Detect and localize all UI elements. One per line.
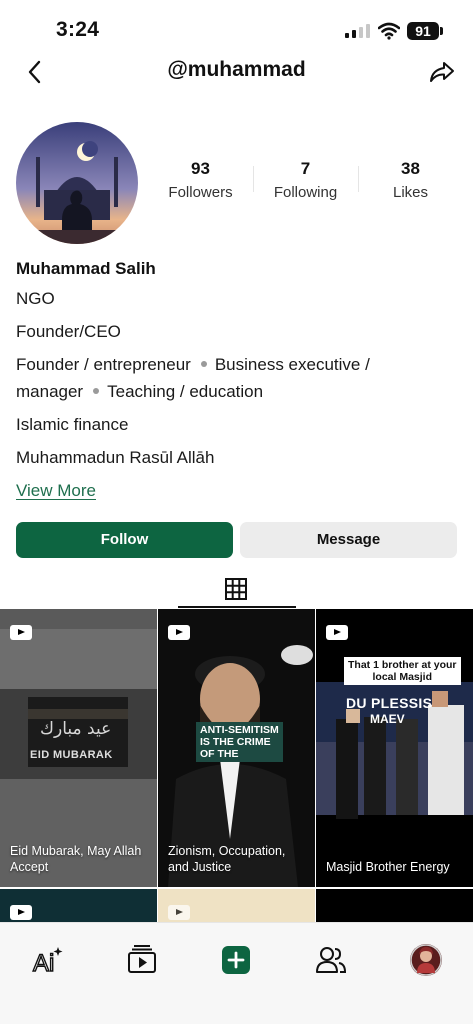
video-icon: [326, 625, 348, 640]
cellular-signal-icon: [345, 24, 370, 38]
video-post-1[interactable]: عيد مبارك EID MUBARAK Eid Mubarak, May A…: [0, 609, 157, 887]
people-icon[interactable]: [314, 943, 348, 977]
thumbnail-overlay-text: That 1 brother at your local Masjid: [344, 657, 461, 685]
bio-line-motto: Muhammadun Rasūl Allāh: [16, 448, 215, 467]
grid-icon[interactable]: [225, 578, 247, 600]
followers-stat[interactable]: 93 Followers: [148, 158, 253, 208]
bio-tag-executive: Business executive /: [214, 355, 370, 374]
profile-stats: 93 Followers 7 Following 38 Likes: [148, 158, 463, 208]
wifi-icon: [378, 22, 400, 40]
bio-tag-entrepreneur: Founder / entrepreneur: [16, 355, 191, 374]
overlay-line-2: IS THE CRIME: [200, 736, 271, 748]
share-arrow-icon[interactable]: [428, 58, 456, 86]
view-more-link[interactable]: View More: [16, 481, 96, 501]
video-feed-icon[interactable]: [125, 943, 159, 977]
video-thumbnail: [316, 609, 473, 887]
video-post-5[interactable]: [158, 889, 315, 922]
thumbnail-overlay-text: EID MUBARAK: [30, 749, 113, 761]
svg-text:Ai: Ai: [33, 950, 54, 977]
overlay-line-1: That 1 brother at your: [348, 659, 457, 671]
status-time: 3:24: [56, 18, 100, 41]
bio-line-interest: Islamic finance: [16, 415, 129, 434]
separator-dot: [93, 388, 100, 395]
likes-stat[interactable]: 38 Likes: [358, 158, 463, 208]
video-icon: [168, 625, 190, 640]
bio-tag-executive-cont: manager: [16, 382, 84, 401]
thumbnail-arabic-text: عيد مبارك: [40, 719, 112, 739]
bio-tags-line-2: manager Teaching / education: [16, 382, 263, 402]
ai-sparkle-icon[interactable]: Ai: [31, 943, 65, 977]
video-caption: Eid Mubarak, May Allah Accept: [10, 844, 142, 874]
message-button[interactable]: Message: [240, 522, 457, 558]
separator-dot: [200, 361, 207, 368]
avatar-icon[interactable]: [409, 943, 443, 977]
video-post-6[interactable]: [316, 889, 473, 922]
status-bar: 3:24 91: [0, 0, 473, 56]
video-caption: Masjid Brother Energy: [326, 860, 450, 874]
video-post-2[interactable]: ANTI-SEMITISM IS THE CRIME OF THE Zionis…: [158, 609, 315, 887]
video-icon: [10, 625, 32, 640]
followers-count: 93: [191, 159, 210, 178]
battery-icon: [440, 27, 443, 35]
video-caption: Zionism, Occupation, and Justice: [168, 844, 286, 874]
profile-handle: @muhammad: [167, 58, 306, 81]
profile-header: @muhammad: [0, 52, 473, 92]
following-label: Following: [273, 184, 338, 201]
bio-line-title: Founder/CEO: [16, 322, 121, 341]
battery-level: 91: [407, 22, 439, 40]
overlay-line-2: local Masjid: [372, 671, 433, 683]
overlay-line-1: ANTI-SEMITISM: [200, 724, 279, 736]
video-post-4[interactable]: [0, 889, 157, 922]
following-count: 7: [300, 159, 311, 178]
thumbnail-overlay-text: ANTI-SEMITISM IS THE CRIME OF THE: [196, 722, 283, 762]
thumbnail-fighter-name: DU PLESSIS: [346, 695, 433, 711]
video-post-3[interactable]: That 1 brother at your local Masjid DU P…: [316, 609, 473, 887]
overlay-line-3: OF THE: [200, 748, 239, 760]
likes-count: 38: [401, 159, 420, 178]
active-tab-indicator: [178, 606, 296, 608]
video-icon: [168, 905, 190, 920]
avatar-image: [16, 122, 138, 244]
thumbnail-fighter-name-2: MAEV: [370, 712, 405, 726]
following-stat[interactable]: 7 Following: [253, 158, 358, 208]
plus-icon[interactable]: [219, 943, 253, 977]
followers-label: Followers: [168, 184, 233, 201]
profile-name: Muhammad Salih: [16, 259, 156, 278]
profile-avatar[interactable]: [16, 122, 138, 244]
follow-button[interactable]: Follow: [16, 522, 233, 558]
video-icon: [10, 905, 32, 920]
likes-label: Likes: [392, 184, 429, 201]
bio-line-organization: NGO: [16, 289, 55, 308]
bottom-navigation: Ai: [0, 922, 473, 1024]
bio-tag-teaching: Teaching / education: [107, 382, 264, 401]
bio-tags-line-1: Founder / entrepreneur Business executive…: [16, 355, 370, 375]
